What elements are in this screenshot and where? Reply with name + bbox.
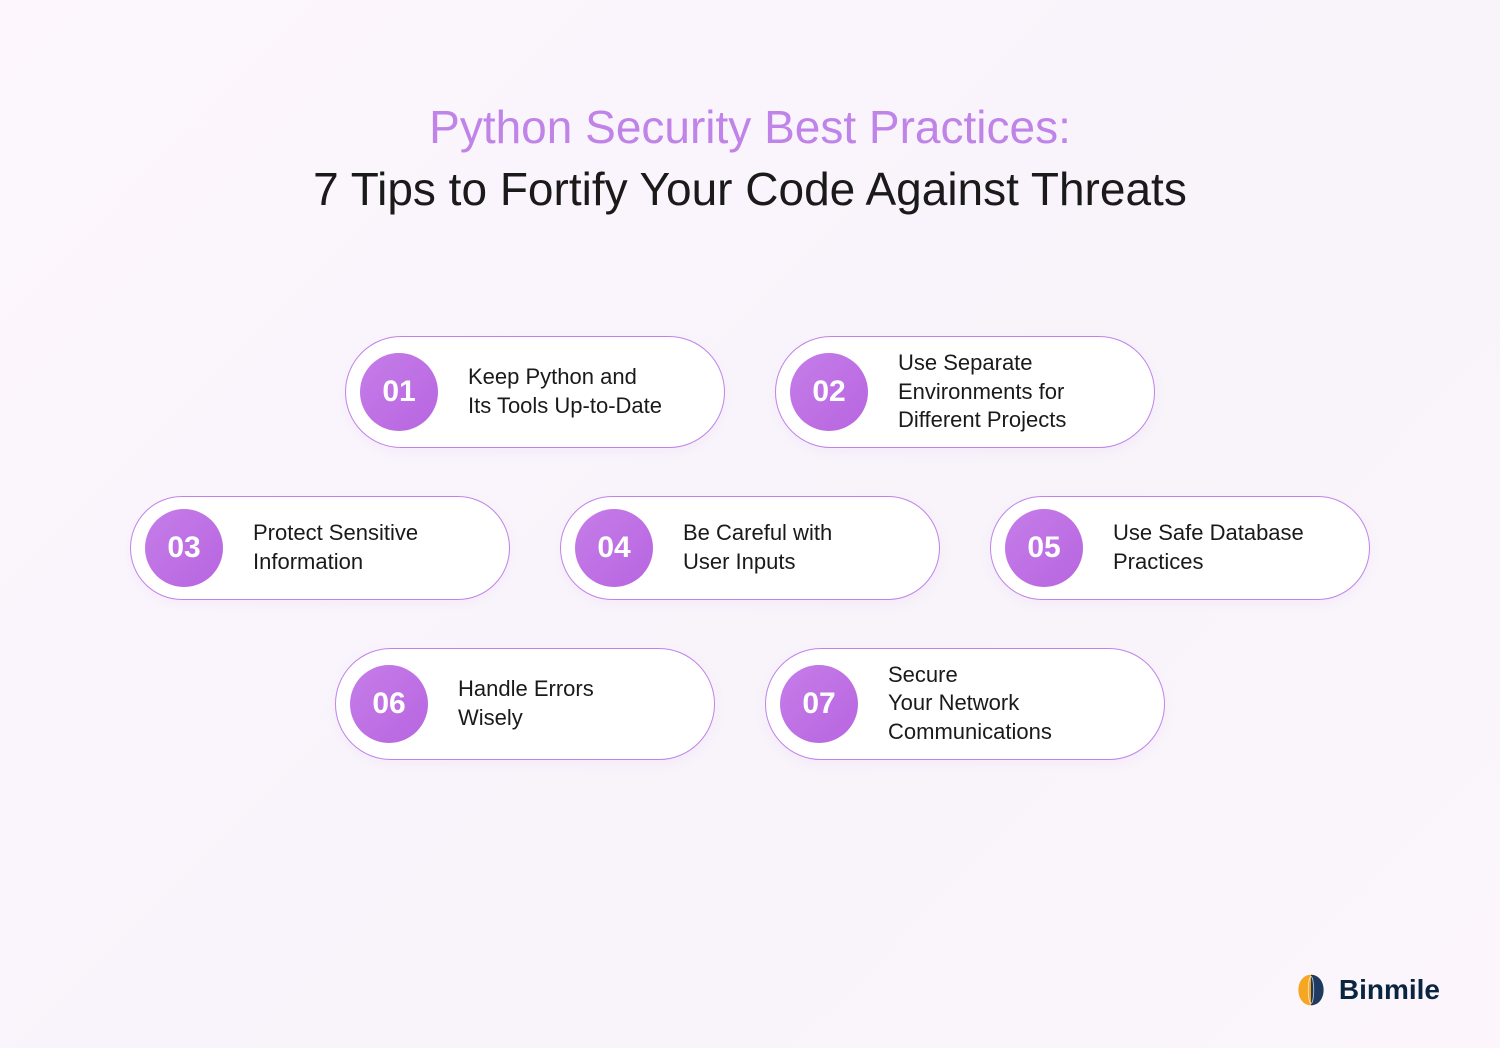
header: Python Security Best Practices: 7 Tips t… [0, 0, 1500, 216]
number-circle: 07 [780, 665, 858, 743]
brand-logo-text: Binmile [1339, 974, 1440, 1006]
tip-text: Use SeparateEnvironments forDifferent Pr… [898, 349, 1066, 435]
tip-number: 06 [372, 687, 405, 721]
number-circle: 03 [145, 509, 223, 587]
binmile-logo-icon [1293, 972, 1329, 1008]
tip-number: 01 [382, 375, 415, 409]
tip-number: 02 [812, 375, 845, 409]
tip-text: Handle ErrorsWisely [458, 675, 594, 732]
tip-card-07: 07 SecureYour NetworkCommunications [765, 648, 1165, 760]
number-circle: 04 [575, 509, 653, 587]
title-line-1: Python Security Best Practices: [0, 100, 1500, 154]
tip-text: Keep Python andIts Tools Up-to-Date [468, 363, 662, 420]
tip-number: 07 [802, 687, 835, 721]
brand-logo: Binmile [1293, 972, 1440, 1008]
number-circle: 02 [790, 353, 868, 431]
tips-row-2: 03 Protect SensitiveInformation 04 Be Ca… [0, 496, 1500, 600]
tip-card-01: 01 Keep Python andIts Tools Up-to-Date [345, 336, 725, 448]
tip-card-05: 05 Use Safe DatabasePractices [990, 496, 1370, 600]
tip-number: 05 [1027, 531, 1060, 565]
number-circle: 01 [360, 353, 438, 431]
tip-text: Use Safe DatabasePractices [1113, 519, 1304, 576]
tip-number: 04 [597, 531, 630, 565]
number-circle: 05 [1005, 509, 1083, 587]
number-circle: 06 [350, 665, 428, 743]
tip-card-02: 02 Use SeparateEnvironments forDifferent… [775, 336, 1155, 448]
tip-text: Protect SensitiveInformation [253, 519, 418, 576]
tips-container: 01 Keep Python andIts Tools Up-to-Date 0… [0, 336, 1500, 760]
tip-number: 03 [167, 531, 200, 565]
title-line-2: 7 Tips to Fortify Your Code Against Thre… [0, 162, 1500, 216]
tips-row-1: 01 Keep Python andIts Tools Up-to-Date 0… [0, 336, 1500, 448]
tip-text: SecureYour NetworkCommunications [888, 661, 1052, 747]
tips-row-3: 06 Handle ErrorsWisely 07 SecureYour Net… [0, 648, 1500, 760]
tip-card-04: 04 Be Careful withUser Inputs [560, 496, 940, 600]
tip-card-06: 06 Handle ErrorsWisely [335, 648, 715, 760]
tip-card-03: 03 Protect SensitiveInformation [130, 496, 510, 600]
tip-text: Be Careful withUser Inputs [683, 519, 832, 576]
